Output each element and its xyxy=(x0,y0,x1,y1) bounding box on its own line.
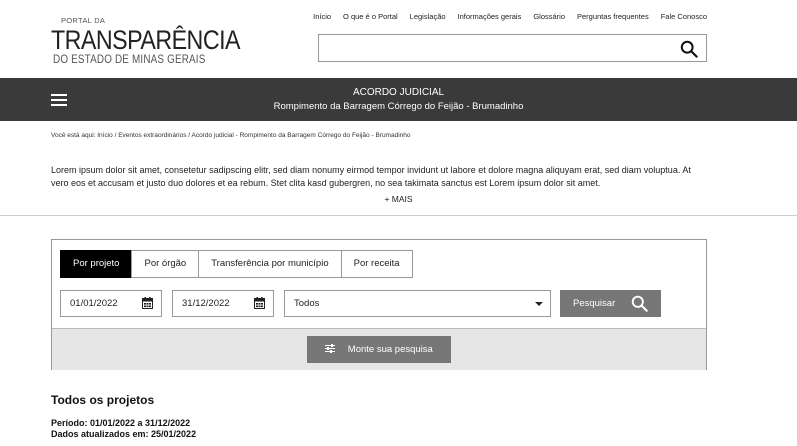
tab-por-projeto[interactable]: Por projeto xyxy=(60,250,133,278)
results-title: Todos os projetos xyxy=(51,393,155,407)
build-search-label: Monte sua pesquisa xyxy=(347,344,433,355)
page-banner: ACORDO JUDICIAL Rompimento da Barragem C… xyxy=(0,78,797,121)
nav-link-fale-conosco[interactable]: Fale Conosco xyxy=(661,12,707,21)
search-icon xyxy=(631,295,648,312)
start-date-field[interactable]: 01/01/2022 xyxy=(60,290,162,317)
chevron-down-icon xyxy=(535,302,543,306)
banner-subtitle: Rompimento da Barragem Córrego do Feijão… xyxy=(273,101,524,112)
results-updated: Dados atualizados em: 25/01/2022 xyxy=(51,429,197,439)
end-date-field[interactable]: 31/12/2022 xyxy=(172,290,274,317)
results-period: Período: 01/01/2022 a 31/12/2022 xyxy=(51,418,191,428)
category-select[interactable]: Todos xyxy=(284,290,551,317)
calendar-icon[interactable] xyxy=(142,297,153,309)
divider xyxy=(0,215,797,216)
start-date-value: 01/01/2022 xyxy=(70,298,118,309)
site-search xyxy=(318,34,707,62)
banner-title: ACORDO JUDICIAL xyxy=(352,87,445,98)
logo-sub-text: DO ESTADO DE MINAS GERAIS xyxy=(53,54,206,66)
breadcrumb: Você está aqui: Início / Eventos extraor… xyxy=(51,132,411,139)
nav-link-glossario[interactable]: Glossário xyxy=(533,12,565,21)
logo-small-text: PORTAL DA xyxy=(61,16,106,25)
panel-footer: Monte sua pesquisa xyxy=(52,328,706,370)
portal-logo[interactable]: PORTAL DA TRANSPARÊNCIA DO ESTADO DE MIN… xyxy=(51,16,241,70)
more-button[interactable]: + MAIS xyxy=(0,194,797,204)
build-search-button[interactable]: Monte sua pesquisa xyxy=(307,336,451,363)
nav-link-inicio[interactable]: Início xyxy=(313,12,331,21)
nav-link-informacoes-gerais[interactable]: Informações gerais xyxy=(458,12,522,21)
intro-text: Lorem ipsum dolor sit amet, consetetur s… xyxy=(51,165,691,188)
search-icon[interactable] xyxy=(680,40,698,58)
end-date-value: 31/12/2022 xyxy=(182,298,230,309)
nav-link-o-que-e-o-portal[interactable]: O que é o Portal xyxy=(343,12,398,21)
search-button[interactable]: Pesquisar xyxy=(560,290,661,317)
category-select-value: Todos xyxy=(294,298,320,309)
logo-main-text: TRANSPARÊNCIA xyxy=(51,25,241,55)
top-navigation: Início O que é o Portal Legislação Infor… xyxy=(313,12,707,21)
sliders-icon xyxy=(325,343,336,353)
tab-por-orgao[interactable]: Por órgão xyxy=(131,250,200,278)
tab-transferencia-por-municipio[interactable]: Transferência por município xyxy=(198,250,342,278)
calendar-icon[interactable] xyxy=(254,297,265,309)
filter-panel: Por projeto Por órgão Transferência por … xyxy=(51,239,707,370)
nav-link-perguntas-frequentes[interactable]: Perguntas frequentes xyxy=(577,12,649,21)
search-input[interactable] xyxy=(319,35,659,61)
nav-link-legislacao[interactable]: Legislação xyxy=(410,12,446,21)
filter-tabs: Por projeto Por órgão Transferência por … xyxy=(60,250,413,278)
search-button-label: Pesquisar xyxy=(573,298,616,309)
tab-por-receita[interactable]: Por receita xyxy=(340,250,413,278)
